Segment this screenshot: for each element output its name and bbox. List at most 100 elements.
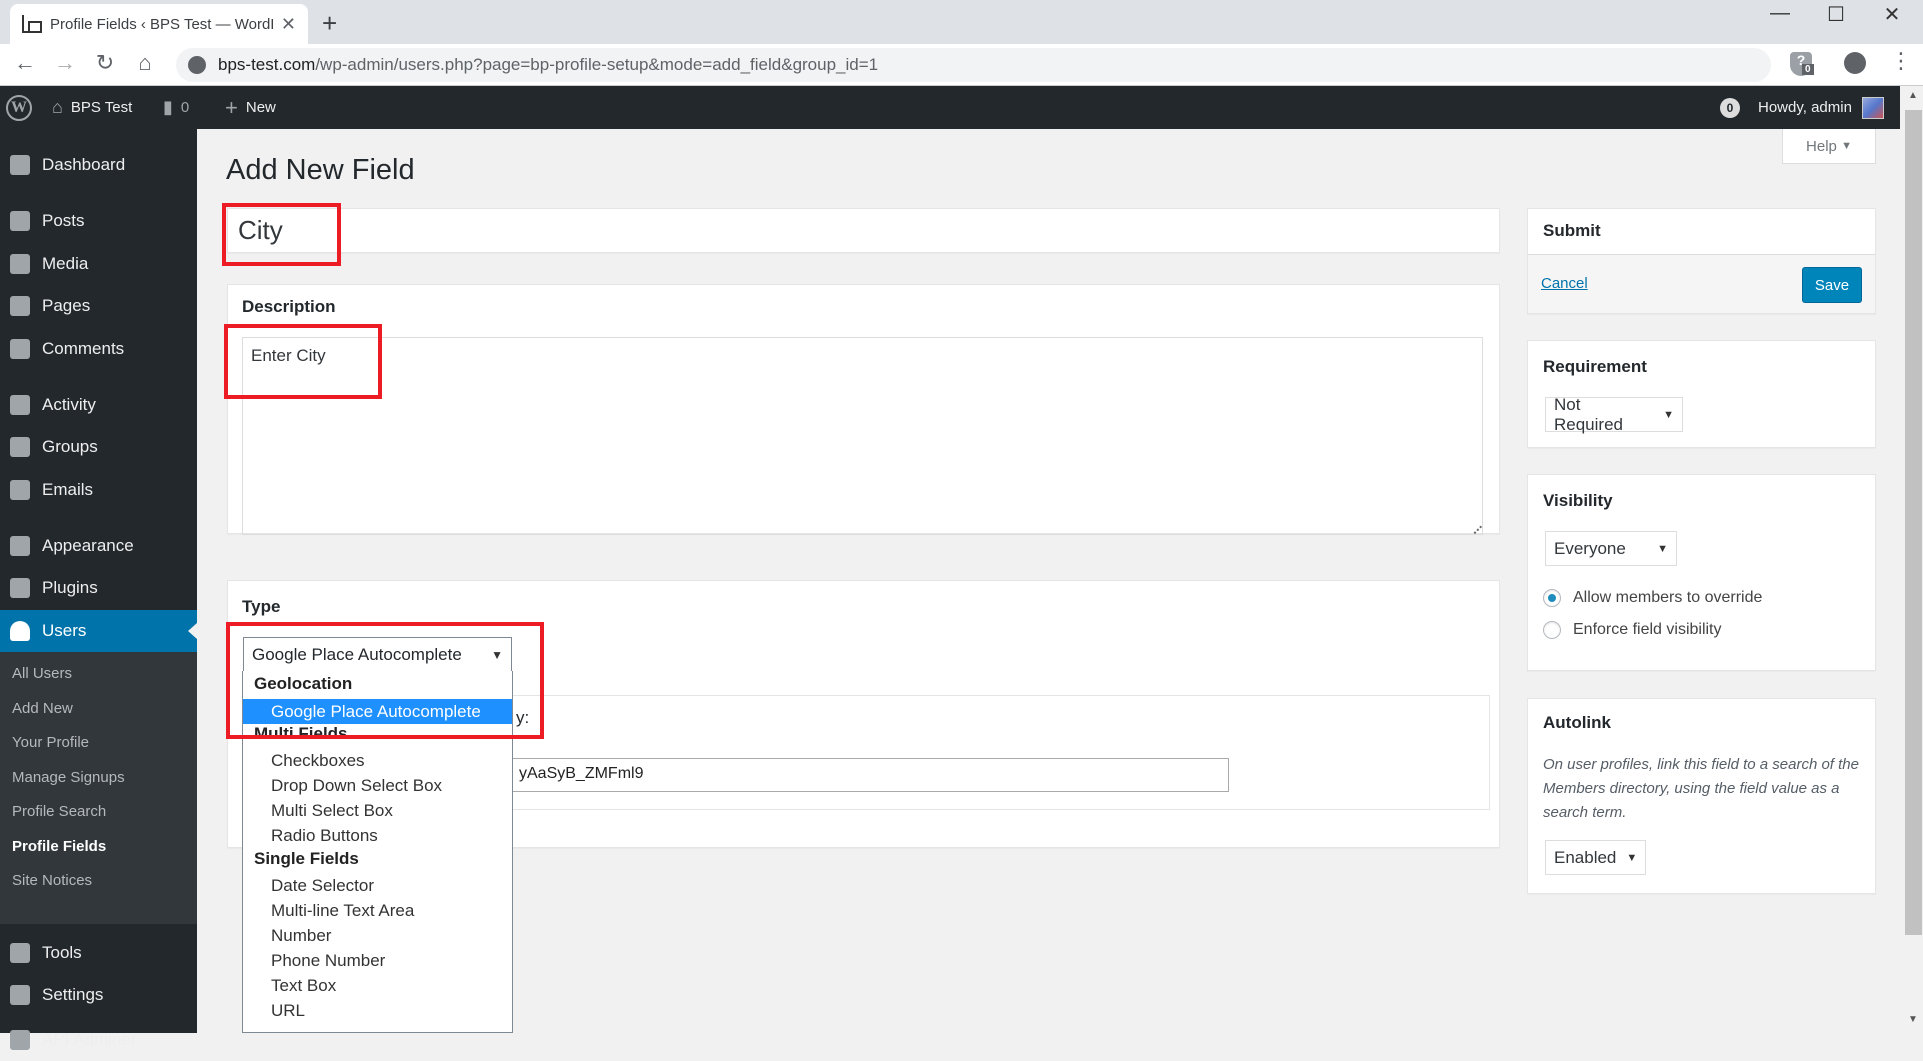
comments-count: 0 xyxy=(180,99,190,116)
address-bar[interactable]: bps-test.com/wp-admin/users.php?page=bp-… xyxy=(176,48,1771,82)
notifications-button[interactable]: 0 xyxy=(1720,86,1740,129)
type-dropdown-list[interactable]: Geolocation Google Place Autocomplete Mu… xyxy=(242,671,513,1033)
help-button[interactable]: Help ▼ xyxy=(1782,129,1876,164)
dropdown-option[interactable]: URL xyxy=(243,998,512,1023)
dropdown-option[interactable]: Date Selector xyxy=(243,873,512,898)
radio-enforce-visibility[interactable]: Enforce field visibility xyxy=(1543,621,1722,639)
dropdown-option[interactable]: Google Place Autocomplete xyxy=(243,699,512,724)
sidebar-item-settings[interactable]: Settings xyxy=(0,974,197,1016)
scroll-up-icon[interactable]: ▲ xyxy=(1908,90,1918,101)
browser-tab[interactable]: Profile Fields ‹ BPS Test — WordP ✕ xyxy=(10,4,308,44)
sidebar-item-label: API Adminer xyxy=(42,1030,137,1049)
submenu-all-users[interactable]: All Users xyxy=(12,665,72,682)
dropdown-option[interactable]: Checkboxes xyxy=(243,748,512,773)
sidebar-item-activity[interactable]: Activity xyxy=(0,384,197,426)
sidebar-item-dashboard[interactable]: Dashboard xyxy=(0,144,197,186)
radio-checked-icon[interactable] xyxy=(1543,589,1561,607)
new-label: New xyxy=(245,99,276,116)
submenu-add-new[interactable]: Add New xyxy=(12,700,73,717)
sidebar-item-label: Settings xyxy=(42,985,104,1004)
wp-logo-button[interactable]: W xyxy=(6,86,32,129)
sidebar-item-label: Media xyxy=(42,254,89,273)
autolink-selected: Enabled xyxy=(1554,847,1617,867)
dropdown-option[interactable]: Radio Buttons xyxy=(243,823,512,848)
sidebar-item-label: Users xyxy=(42,621,87,640)
autolink-select[interactable]: Enabled ▼ xyxy=(1545,840,1646,875)
resize-handle-icon[interactable] xyxy=(1467,519,1483,535)
dropdown-option[interactable]: Phone Number xyxy=(243,948,512,973)
my-account-link[interactable]: Howdy, admin xyxy=(1758,86,1884,129)
browser-menu-icon[interactable]: ⋮ xyxy=(1890,48,1912,74)
radio-allow-override[interactable]: Allow members to override xyxy=(1543,589,1762,607)
requirement-selected: Not Required xyxy=(1554,394,1623,434)
plus-icon: + xyxy=(225,94,238,120)
tab-close-icon[interactable]: ✕ xyxy=(281,14,296,35)
submenu-profile-search[interactable]: Profile Search xyxy=(12,803,106,820)
cancel-link[interactable]: Cancel xyxy=(1541,275,1588,292)
new-tab-button[interactable]: + xyxy=(322,8,337,39)
reload-icon[interactable]: ↻ xyxy=(90,50,120,76)
pages-icon xyxy=(10,296,30,316)
sidebar-item-posts[interactable]: Posts xyxy=(0,200,197,242)
dropdown-option[interactable]: Multi Select Box xyxy=(243,798,512,823)
sidebar-item-comments[interactable]: Comments xyxy=(0,328,197,370)
new-content-link[interactable]: + New xyxy=(225,86,276,129)
window-close-icon[interactable]: ✕ xyxy=(1864,2,1920,27)
back-icon[interactable]: ← xyxy=(10,50,40,76)
shield-extension-icon[interactable]: ? 0 xyxy=(1790,52,1814,76)
comment-icon: ▮ xyxy=(163,97,173,117)
visibility-select[interactable]: Everyone ▼ xyxy=(1545,531,1677,566)
option-label: Multi-line Text Area xyxy=(271,900,415,920)
sidebar-item-appearance[interactable]: Appearance xyxy=(0,525,197,567)
sidebar-item-tools[interactable]: Tools xyxy=(0,932,197,974)
comments-link[interactable]: ▮ 0 xyxy=(163,86,189,129)
help-label: Help xyxy=(1806,137,1837,155)
sidebar-item-label: Activity xyxy=(42,395,96,414)
sidebar-item-emails[interactable]: Emails xyxy=(0,469,197,511)
option-label: Google Place Autocomplete xyxy=(271,701,481,721)
option-label: Multi Select Box xyxy=(271,800,393,820)
sidebar-item-pages[interactable]: Pages xyxy=(0,285,197,327)
scroll-down-icon[interactable]: ▼ xyxy=(1908,1014,1918,1025)
sidebar-item-api-adminer[interactable]: API Adminer xyxy=(0,1019,197,1061)
radio-unchecked-icon[interactable] xyxy=(1543,621,1561,639)
maximize-icon[interactable]: ☐ xyxy=(1808,2,1864,27)
sidebar-item-label: Appearance xyxy=(42,536,134,555)
dropdown-option[interactable]: Multi-line Text Area xyxy=(243,898,512,923)
description-box: Description Enter City xyxy=(227,284,1500,535)
sidebar-item-groups[interactable]: Groups xyxy=(0,426,197,468)
description-textarea[interactable]: Enter City xyxy=(242,337,1483,535)
dropdown-option[interactable]: Drop Down Select Box xyxy=(243,773,512,798)
site-favicon-icon xyxy=(22,15,42,33)
sidebar-item-plugins[interactable]: Plugins xyxy=(0,567,197,609)
home-icon[interactable]: ⌂ xyxy=(130,50,160,76)
activity-icon xyxy=(10,395,30,415)
save-button[interactable]: Save xyxy=(1802,267,1862,303)
scroll-thumb[interactable] xyxy=(1905,110,1922,935)
site-name-link[interactable]: ⌂ BPS Test xyxy=(52,86,132,129)
description-title: Description xyxy=(242,297,336,316)
type-select[interactable]: Google Place Autocomplete ▼ xyxy=(243,637,512,672)
field-name-input[interactable]: City xyxy=(227,208,1500,253)
caret-down-icon: ▼ xyxy=(1663,408,1674,421)
sidebar-item-users[interactable]: Users xyxy=(0,610,197,652)
submenu-your-profile[interactable]: Your Profile xyxy=(12,734,89,751)
option-label: Date Selector xyxy=(271,875,374,895)
requirement-select[interactable]: Not Required ▼ xyxy=(1545,394,1683,434)
sidebar-item-media[interactable]: Media xyxy=(0,243,197,285)
submenu-manage-signups[interactable]: Manage Signups xyxy=(12,769,125,786)
option-label: URL xyxy=(271,1000,306,1020)
dropdown-option[interactable]: Number xyxy=(243,923,512,948)
globe-icon xyxy=(188,56,206,74)
sidebar-item-label: Groups xyxy=(42,437,98,456)
field-name-value: City xyxy=(238,215,283,245)
submenu-profile-fields[interactable]: Profile Fields xyxy=(12,838,106,855)
description-value: Enter City xyxy=(251,346,326,365)
minimize-icon[interactable]: — xyxy=(1752,2,1808,25)
dropdown-option[interactable]: Text Box xyxy=(243,973,512,998)
page-scrollbar[interactable]: ▲ ▼ xyxy=(1904,86,1923,1033)
submenu-site-notices[interactable]: Site Notices xyxy=(12,872,92,889)
forward-icon[interactable]: → xyxy=(50,50,80,76)
autolink-box: Autolink On user profiles, link this fie… xyxy=(1527,698,1876,894)
profile-icon[interactable] xyxy=(1844,52,1866,74)
